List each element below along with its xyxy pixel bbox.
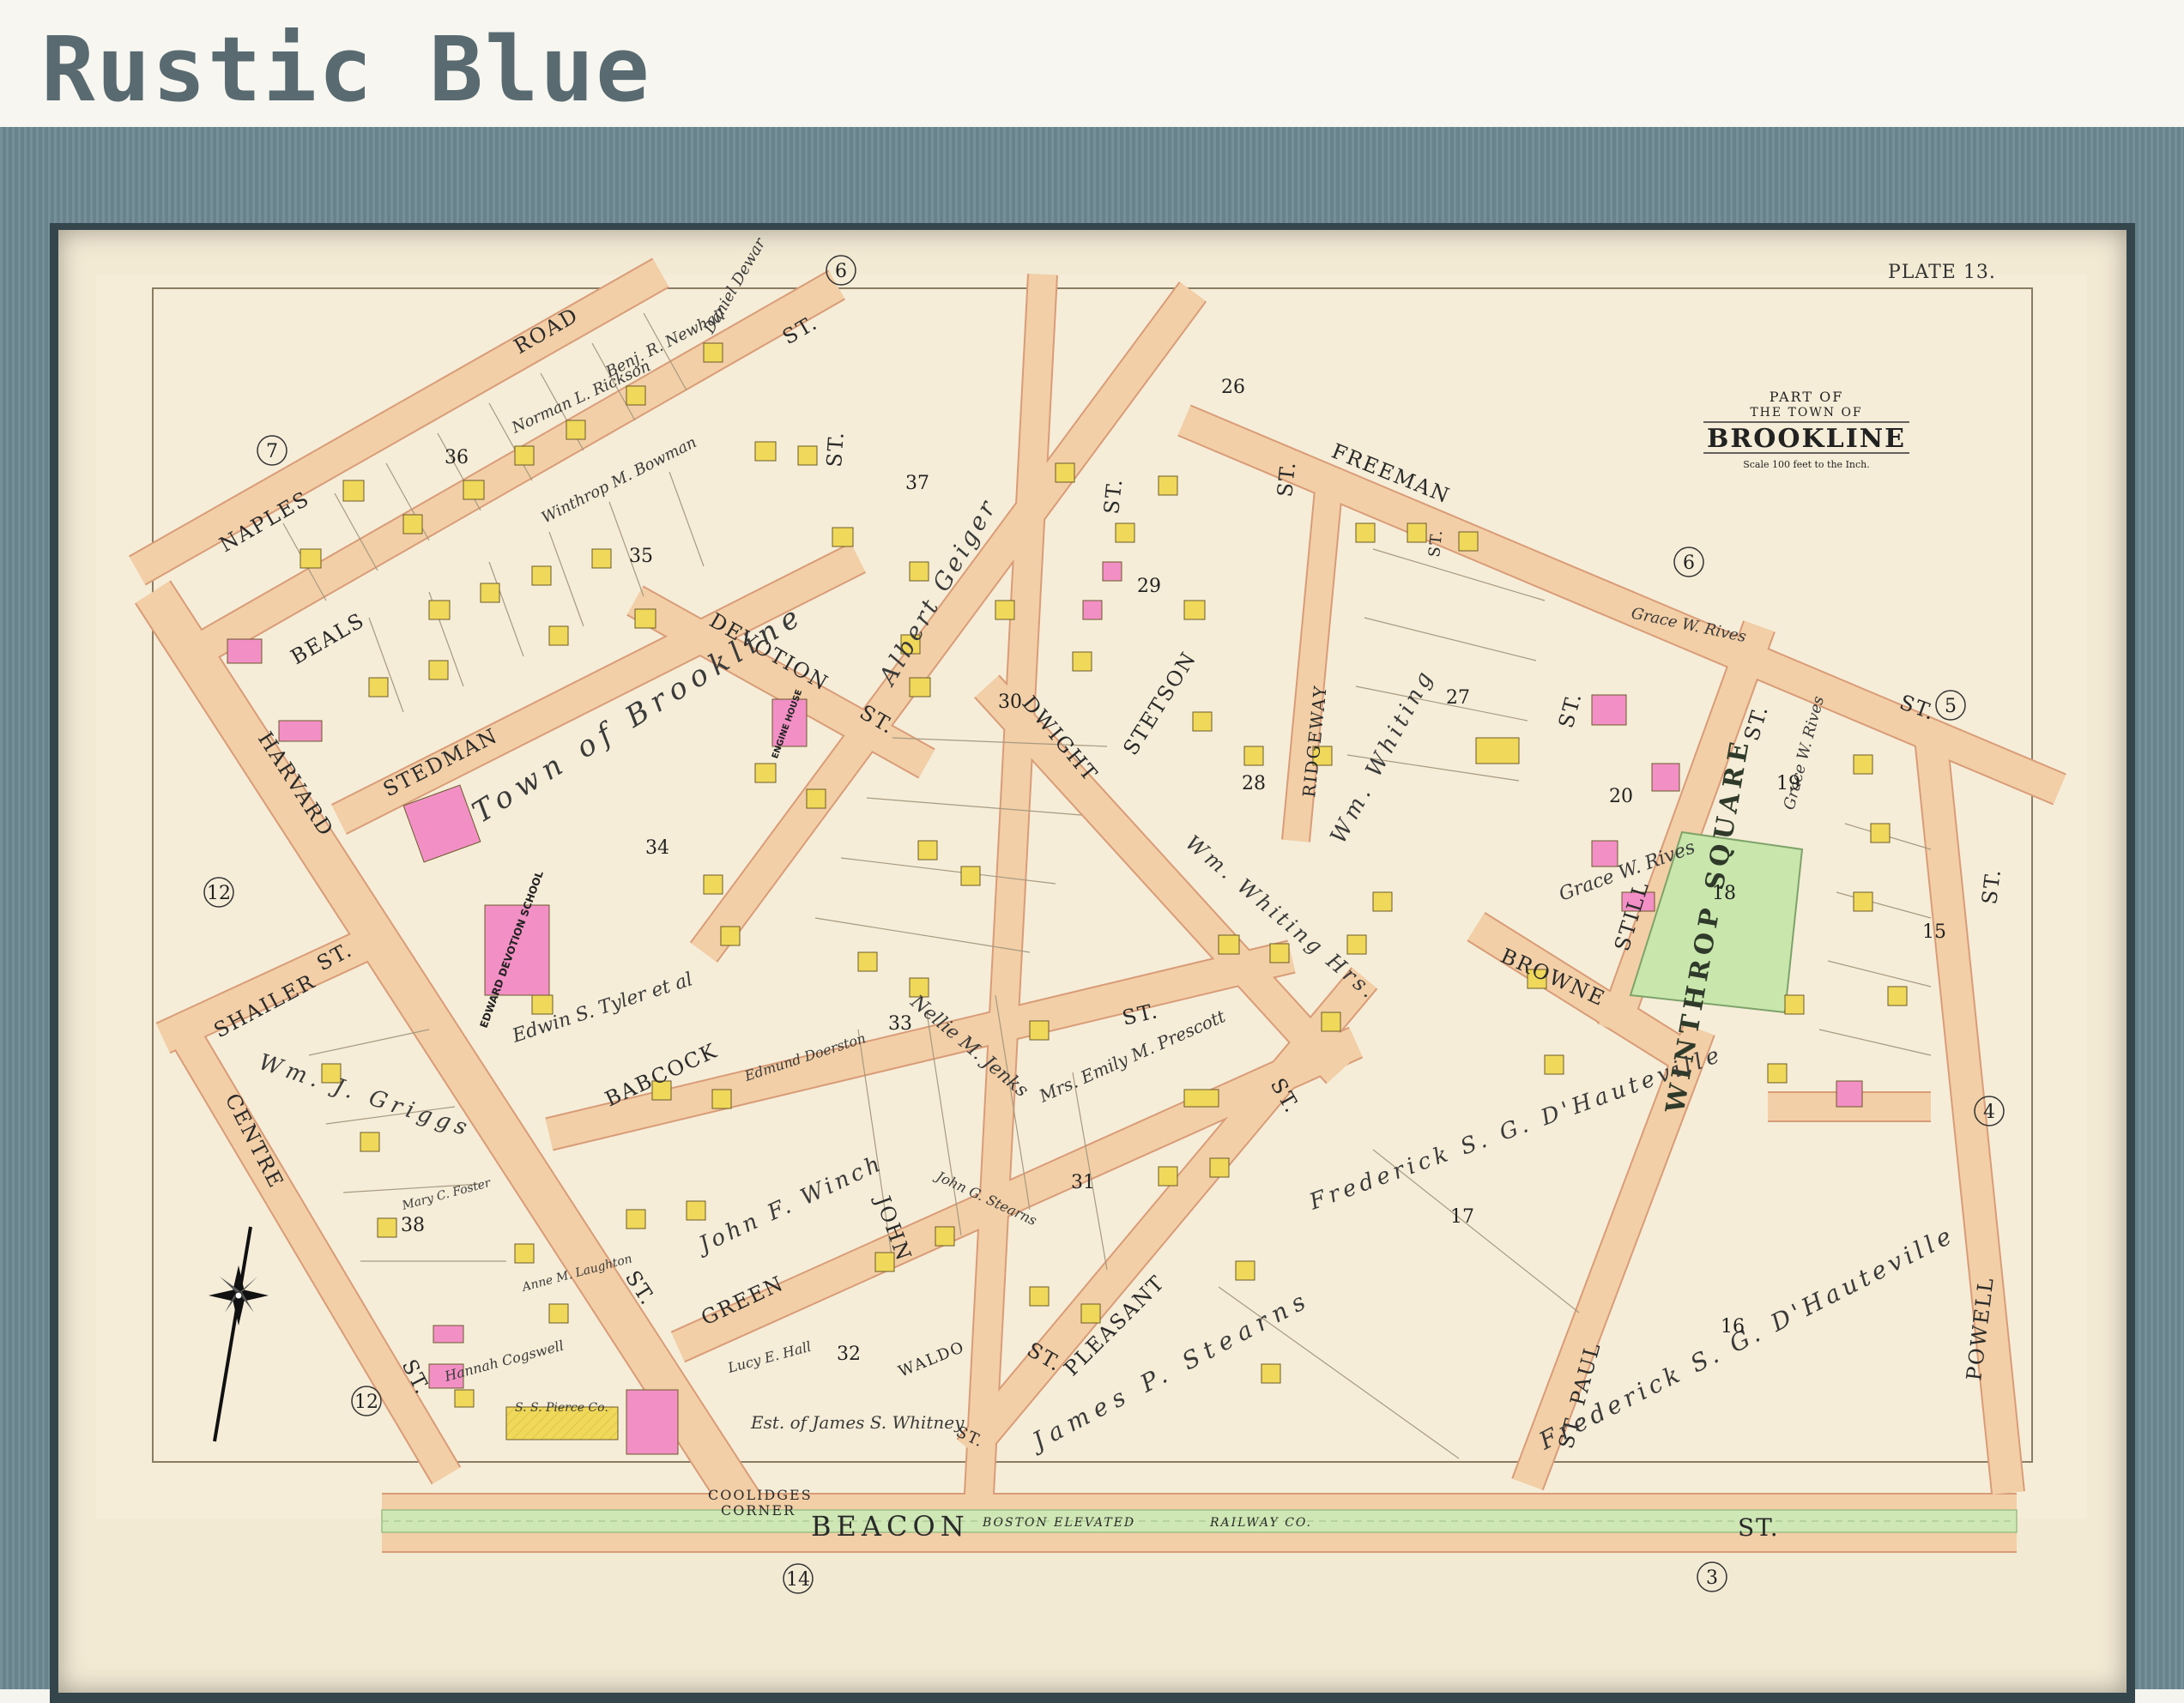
block-15: 15 bbox=[1922, 921, 1946, 943]
plate-ref-6-right: 6 bbox=[1683, 553, 1695, 574]
cartouche-the-town-of: THE TOWN OF bbox=[1750, 406, 1862, 420]
label-railway-co: RAILWAY CO. bbox=[1209, 1516, 1312, 1530]
block-31: 31 bbox=[1071, 1172, 1095, 1193]
block-34: 34 bbox=[645, 837, 669, 859]
plate-ref-6-top: 6 bbox=[835, 261, 847, 282]
plate-ref-4: 4 bbox=[1983, 1102, 1995, 1123]
label-st-freeman: ST. bbox=[1273, 459, 1300, 498]
label-st-east-top: ST. bbox=[1425, 528, 1446, 558]
block-27: 27 bbox=[1446, 687, 1470, 709]
block-29: 29 bbox=[1137, 576, 1161, 597]
cartouche-scale: Scale 100 feet to the Inch. bbox=[1743, 459, 1870, 470]
block-30: 30 bbox=[998, 691, 1022, 713]
brookline-map: WINTHROP SQUARE NAPLES ROAD BEALS ST. HA… bbox=[96, 234, 2087, 1594]
plate-ref-5: 5 bbox=[1945, 696, 1957, 717]
label-st-powell: ST. bbox=[1977, 867, 2006, 906]
block-26: 26 bbox=[1221, 377, 1245, 398]
owner-pierce-co: S. S. Pierce Co. bbox=[515, 1401, 608, 1415]
block-38: 38 bbox=[401, 1215, 425, 1236]
cartouche-part-of: PART OF bbox=[1770, 389, 1844, 405]
block-37: 37 bbox=[905, 473, 929, 494]
block-17: 17 bbox=[1450, 1206, 1474, 1228]
block-32: 32 bbox=[837, 1344, 861, 1365]
block-18: 18 bbox=[1712, 883, 1736, 904]
block-20: 20 bbox=[1609, 786, 1633, 807]
block-28: 28 bbox=[1242, 773, 1266, 794]
block-19: 19 bbox=[1776, 773, 1800, 794]
owner-whitney: Est. of James S. Whitney bbox=[750, 1412, 965, 1433]
label-beacon: BEACON bbox=[811, 1510, 970, 1543]
label-st-vertical: ST. bbox=[822, 430, 849, 468]
label-corner: CORNER bbox=[721, 1502, 796, 1519]
label-coolidges: COOLIDGES bbox=[708, 1487, 813, 1503]
block-33: 33 bbox=[888, 1013, 912, 1035]
block-16: 16 bbox=[1721, 1316, 1745, 1338]
label-boston-elevated: BOSTON ELEVATED bbox=[982, 1516, 1135, 1530]
plate-ref-3: 3 bbox=[1706, 1567, 1718, 1589]
block-35: 35 bbox=[629, 546, 653, 567]
block-36: 36 bbox=[445, 447, 469, 468]
cartouche-town: BROOKLINE bbox=[1707, 424, 1906, 454]
label-st-stetson: ST. bbox=[1099, 476, 1127, 515]
plate-ref-7: 7 bbox=[266, 441, 278, 462]
plate-number: PLATE 13. bbox=[1888, 262, 1996, 283]
plate-ref-12-left: 12 bbox=[207, 883, 231, 904]
plate-ref-12-bottom: 12 bbox=[354, 1392, 378, 1413]
plate-ref-14: 14 bbox=[786, 1569, 810, 1591]
label-st-beacon: ST. bbox=[1738, 1513, 1780, 1542]
